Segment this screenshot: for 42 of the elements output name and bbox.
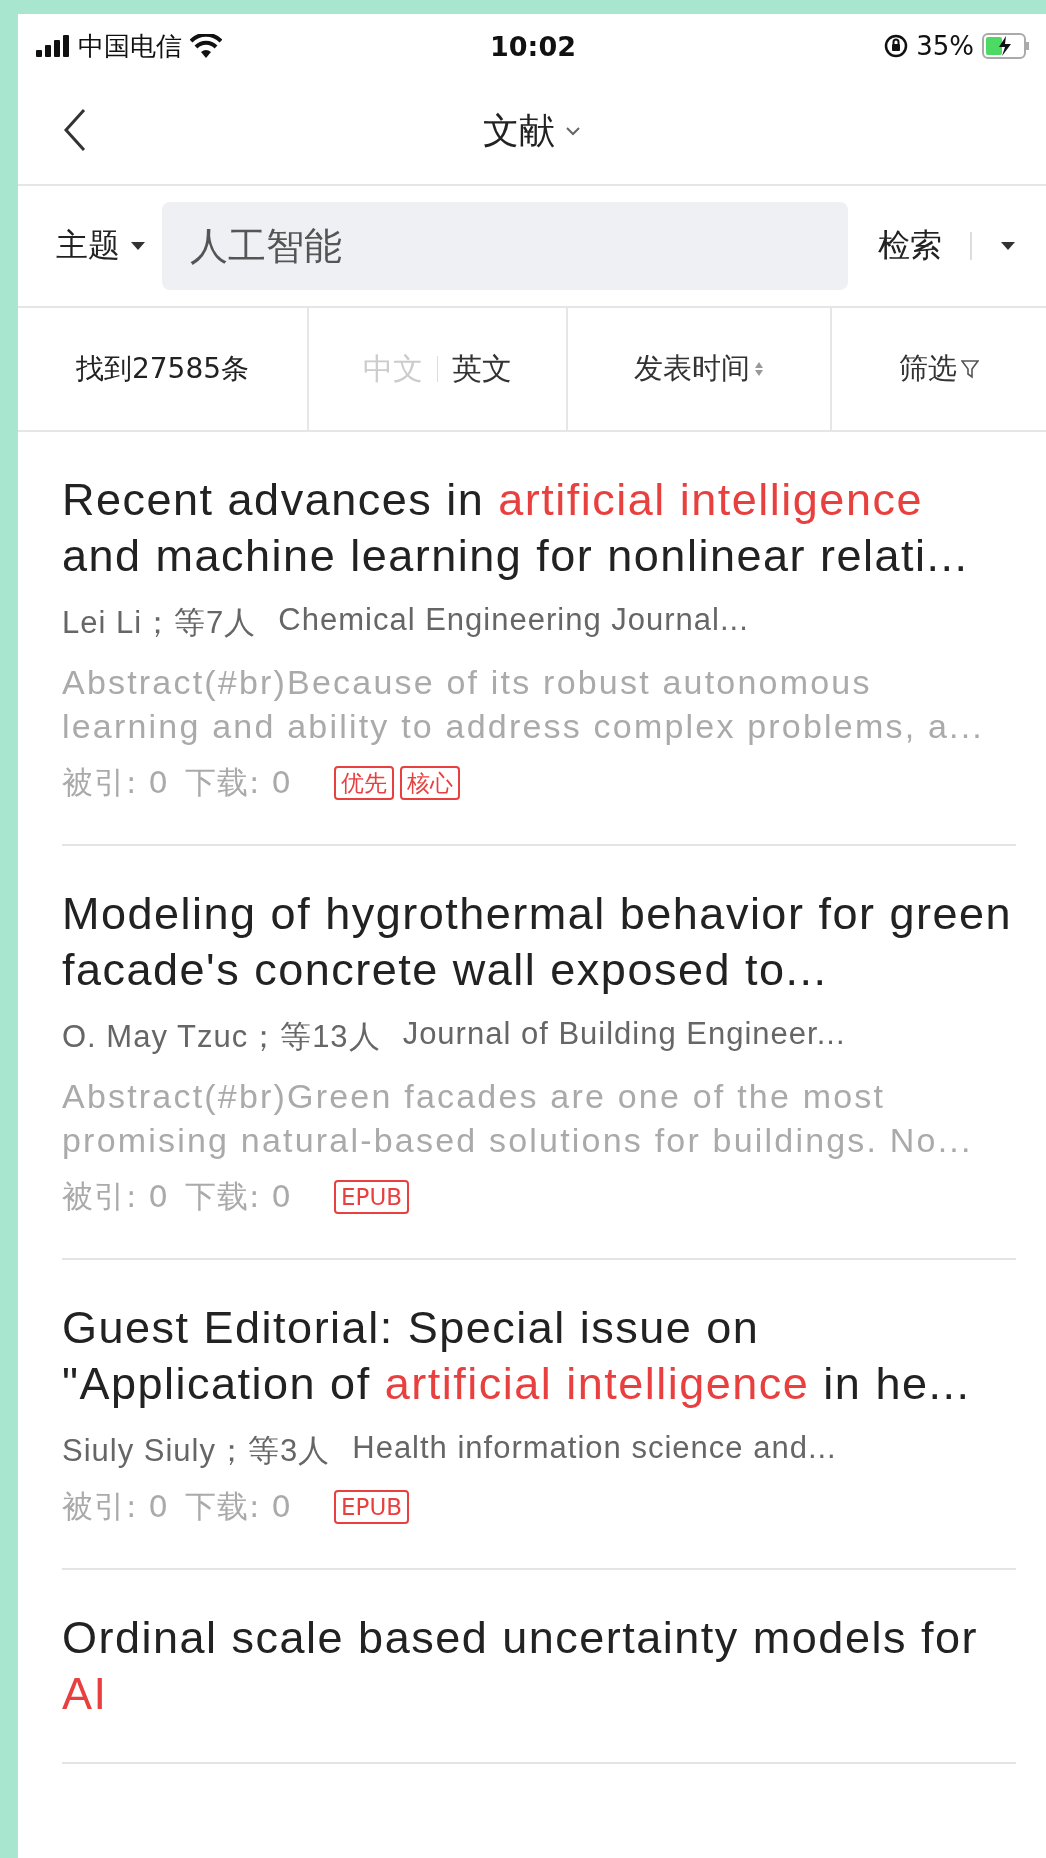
article-title[interactable]: Recent advances in artificial intelligence and machine learning for nonlinear relati... [62, 472, 1016, 584]
tag: EPUB [334, 1490, 410, 1524]
download-count: 下载: 0 [185, 1487, 293, 1526]
cited-count: 被引: 0 [62, 1177, 170, 1216]
journal-name: Health information science and... [352, 1430, 837, 1467]
tag: 优先 [334, 766, 395, 800]
article-authors: O. May Tzuc；等13人 [62, 1018, 381, 1056]
battery-icon [982, 33, 1030, 59]
signal-icon [36, 35, 70, 57]
clock-time: 10:02 [490, 30, 576, 62]
search-field[interactable]: 人工智能 [162, 202, 848, 290]
article-title[interactable]: Modeling of hygrothermal behavior for green facade's concrete wall exposed to... [62, 886, 1016, 998]
filter-button[interactable]: 筛选 [899, 349, 979, 389]
cited-count: 被引: 0 [62, 1487, 170, 1526]
filter-icon [961, 359, 979, 379]
dropdown-icon[interactable] [1000, 241, 1016, 251]
rotation-lock-icon [884, 34, 909, 58]
sort-icon [754, 360, 764, 378]
cited-count: 被引: 0 [62, 763, 170, 802]
article-title[interactable]: Guest Editorial: Special issue on "Application of artificial intelligence in he... [62, 1300, 1016, 1412]
chevron-down-icon [565, 126, 581, 136]
result-count: 找到27585条 [75, 351, 250, 387]
download-count: 下载: 0 [185, 1177, 293, 1216]
battery-percent: 35% [916, 31, 974, 61]
caret-icon [130, 241, 146, 251]
search-button[interactable]: 检索 [864, 224, 942, 268]
tag: 核心 [400, 766, 461, 800]
article-authors: Siuly Siuly；等3人 [62, 1432, 331, 1470]
article-authors: Lei Li；等7人 [62, 604, 257, 642]
journal-name: Chemical Engineering Journal... [278, 602, 749, 639]
article-title[interactable]: Ordinal scale based uncertainty models for AI [62, 1610, 1016, 1722]
language-tab[interactable]: 英文 [448, 348, 516, 390]
tag: EPUB [334, 1180, 410, 1214]
article-abstract: Abstract(#br)Because of its robust autonomous learning and ability to address complex problems, a... [62, 662, 985, 747]
article-abstract: Abstract(#br)Green facades are one of the most promising natural-based solutions for buildings. No... [62, 1076, 974, 1161]
search-field-dropdown[interactable]: 主题 [56, 224, 146, 268]
title-dropdown[interactable]: 文献 [483, 106, 581, 156]
journal-name: Journal of Building Engineer... [402, 1016, 846, 1053]
sort-button[interactable]: 发表时间 [634, 349, 764, 389]
wifi-icon [190, 34, 222, 58]
download-count: 下载: 0 [185, 763, 293, 802]
carrier-name: 中国电信 [78, 29, 182, 63]
